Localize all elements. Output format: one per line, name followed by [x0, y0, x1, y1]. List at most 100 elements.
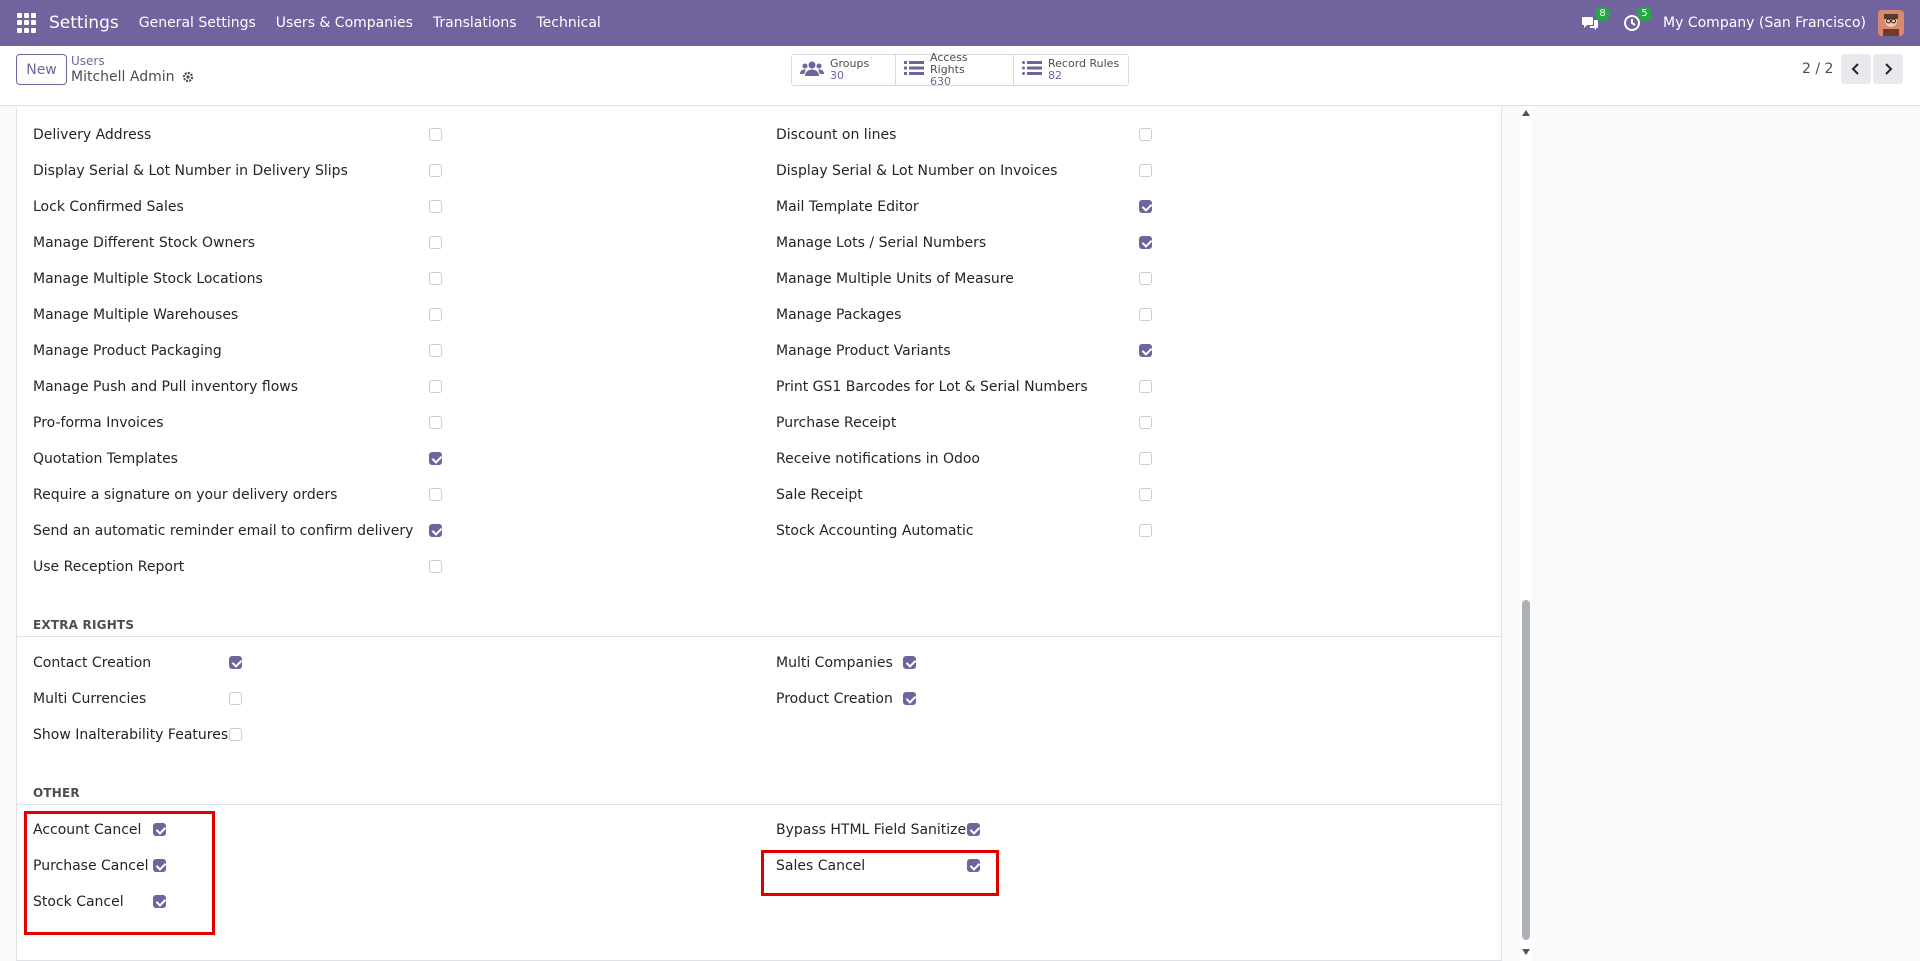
scroll-down-arrow-icon[interactable] [1522, 949, 1530, 955]
gear-icon[interactable] [182, 71, 194, 83]
setting-row-manage-push-and-pull-inventory-flows: Manage Push and Pull inventory flows [33, 369, 298, 405]
setting-label: Manage Different Stock Owners [33, 235, 256, 251]
menu-technical[interactable]: Technical [527, 15, 611, 31]
setting-label: Manage Lots / Serial Numbers [776, 235, 987, 251]
setting-label: Multi Companies [776, 655, 893, 671]
list-icon [1022, 60, 1042, 80]
menu-users-companies[interactable]: Users & Companies [266, 15, 423, 31]
control-panel: New Users Mitchell Admin Groups 30 Access… [0, 46, 1920, 106]
checkbox-manage-product-variants[interactable] [1139, 344, 1152, 357]
setting-label: Bypass HTML Field Sanitize [776, 822, 967, 838]
checkbox-mail-template-editor[interactable] [1139, 200, 1152, 213]
setting-label: Stock Accounting Automatic [776, 523, 974, 539]
list-icon [904, 60, 924, 80]
checkbox-bypass-html-field-sanitize[interactable] [967, 823, 980, 836]
setting-label: Quotation Templates [33, 451, 178, 467]
new-button[interactable]: New [16, 54, 67, 85]
messaging-icon[interactable]: 8 [1579, 7, 1611, 34]
setting-row-pro-forma-invoices: Pro-forma Invoices [33, 405, 164, 441]
checkbox-contact-creation[interactable] [229, 656, 242, 669]
pager-previous-button[interactable] [1841, 54, 1871, 84]
setting-row-purchase-receipt: Purchase Receipt [776, 405, 896, 441]
checkbox-manage-multiple-stock-locations[interactable] [429, 272, 442, 285]
record-name: Mitchell Admin [71, 69, 175, 85]
setting-row-discount-on-lines: Discount on lines [776, 117, 896, 153]
checkbox-multi-companies[interactable] [903, 656, 916, 669]
setting-label: Use Reception Report [33, 559, 185, 575]
setting-row-use-reception-report: Use Reception Report [33, 549, 184, 585]
checkbox-require-a-signature-on-your-delivery-orders[interactable] [429, 488, 442, 501]
apps-menu-icon[interactable] [17, 13, 37, 33]
setting-label: Delivery Address [33, 127, 152, 143]
setting-row-display-serial-lot-number-on-invoices: Display Serial & Lot Number on Invoices [776, 153, 1057, 189]
checkbox-print-gs1-barcodes-for-lot-serial-numbers[interactable] [1139, 380, 1152, 393]
checkbox-sale-receipt[interactable] [1139, 488, 1152, 501]
setting-label: Receive notifications in Odoo [776, 451, 980, 467]
setting-row-contact-creation: Contact Creation [33, 645, 151, 681]
smart-buttons: Groups 30 Access Rights 630 Record Rules 82 [791, 52, 1129, 88]
setting-label: Product Creation [776, 691, 893, 707]
pager-next-button[interactable] [1873, 54, 1903, 84]
setting-row-multi-companies: Multi Companies [776, 645, 893, 681]
checkbox-manage-multiple-units-of-measure[interactable] [1139, 272, 1152, 285]
setting-row-quotation-templates: Quotation Templates [33, 441, 178, 477]
setting-label: Manage Multiple Units of Measure [776, 271, 1014, 287]
groups-smart-button[interactable]: Groups 30 [792, 55, 896, 85]
checkbox-manage-packages[interactable] [1139, 308, 1152, 321]
checkbox-display-serial-lot-number-on-invoices[interactable] [1139, 164, 1152, 177]
setting-row-send-an-automatic-reminder-email-to-confirm-delivery: Send an automatic reminder email to conf… [33, 513, 413, 549]
checkbox-manage-multiple-warehouses[interactable] [429, 308, 442, 321]
setting-row-manage-multiple-units-of-measure: Manage Multiple Units of Measure [776, 261, 1014, 297]
pager-value[interactable]: 2 / 2 [1802, 61, 1833, 77]
checkbox-send-an-automatic-reminder-email-to-confirm-delivery[interactable] [429, 524, 442, 537]
setting-row-manage-product-variants: Manage Product Variants [776, 333, 951, 369]
checkbox-manage-push-and-pull-inventory-flows[interactable] [429, 380, 442, 393]
checkbox-product-creation[interactable] [903, 692, 916, 705]
checkbox-pro-forma-invoices[interactable] [429, 416, 442, 429]
company-switcher[interactable]: My Company (San Francisco) [1663, 15, 1866, 31]
record-rules-smart-button[interactable]: Record Rules 82 [1014, 55, 1128, 85]
setting-row-manage-multiple-stock-locations: Manage Multiple Stock Locations [33, 261, 263, 297]
setting-row-show-inalterability-features: Show Inalterability Features [33, 717, 228, 753]
setting-row-display-serial-lot-number-in-delivery-slips: Display Serial & Lot Number in Delivery … [33, 153, 348, 189]
scroll-up-arrow-icon[interactable] [1522, 110, 1530, 116]
setting-row-manage-different-stock-owners: Manage Different Stock Owners [33, 225, 255, 261]
checkbox-receive-notifications-in-odoo[interactable] [1139, 452, 1152, 465]
setting-row-lock-confirmed-sales: Lock Confirmed Sales [33, 189, 184, 225]
checkbox-display-serial-lot-number-in-delivery-slips[interactable] [429, 164, 442, 177]
setting-row-delivery-address: Delivery Address [33, 117, 151, 153]
checkbox-quotation-templates[interactable] [429, 452, 442, 465]
user-avatar[interactable] [1878, 10, 1904, 36]
checkbox-stock-accounting-automatic[interactable] [1139, 524, 1152, 537]
checkbox-lock-confirmed-sales[interactable] [429, 200, 442, 213]
checkbox-manage-different-stock-owners[interactable] [429, 236, 442, 249]
checkbox-discount-on-lines[interactable] [1139, 128, 1152, 141]
checkbox-manage-product-packaging[interactable] [429, 344, 442, 357]
other-title: OTHER [33, 786, 80, 800]
setting-row-manage-lots-serial-numbers: Manage Lots / Serial Numbers [776, 225, 986, 261]
menu-translations[interactable]: Translations [423, 15, 527, 31]
checkbox-show-inalterability-features[interactable] [229, 728, 242, 741]
menu-general-settings[interactable]: General Settings [129, 15, 266, 31]
users-icon [800, 60, 824, 80]
checkbox-purchase-receipt[interactable] [1139, 416, 1152, 429]
scrollbar-thumb[interactable] [1522, 600, 1530, 940]
breadcrumb-users[interactable]: Users [71, 54, 105, 68]
checkbox-manage-lots-serial-numbers[interactable] [1139, 236, 1152, 249]
setting-row-manage-product-packaging: Manage Product Packaging [33, 333, 222, 369]
checkbox-delivery-address[interactable] [429, 128, 442, 141]
checkbox-use-reception-report[interactable] [429, 560, 442, 573]
checkbox-multi-currencies[interactable] [229, 692, 242, 705]
record-rules-count: 82 [1048, 69, 1062, 82]
activity-clock-icon[interactable]: 5 [1621, 7, 1653, 34]
activities-badge: 5 [1637, 7, 1653, 21]
setting-row-multi-currencies: Multi Currencies [33, 681, 146, 717]
setting-row-require-a-signature-on-your-delivery-orders: Require a signature on your delivery ord… [33, 477, 337, 513]
app-brand[interactable]: Settings [49, 13, 119, 33]
setting-label: Display Serial & Lot Number in Delivery … [33, 163, 348, 179]
setting-row-mail-template-editor: Mail Template Editor [776, 189, 919, 225]
setting-label: Manage Product Packaging [33, 343, 222, 359]
setting-label: Manage Multiple Warehouses [33, 307, 239, 323]
access-rights-smart-button[interactable]: Access Rights 630 [896, 52, 1014, 88]
setting-label: Contact Creation [33, 655, 152, 671]
